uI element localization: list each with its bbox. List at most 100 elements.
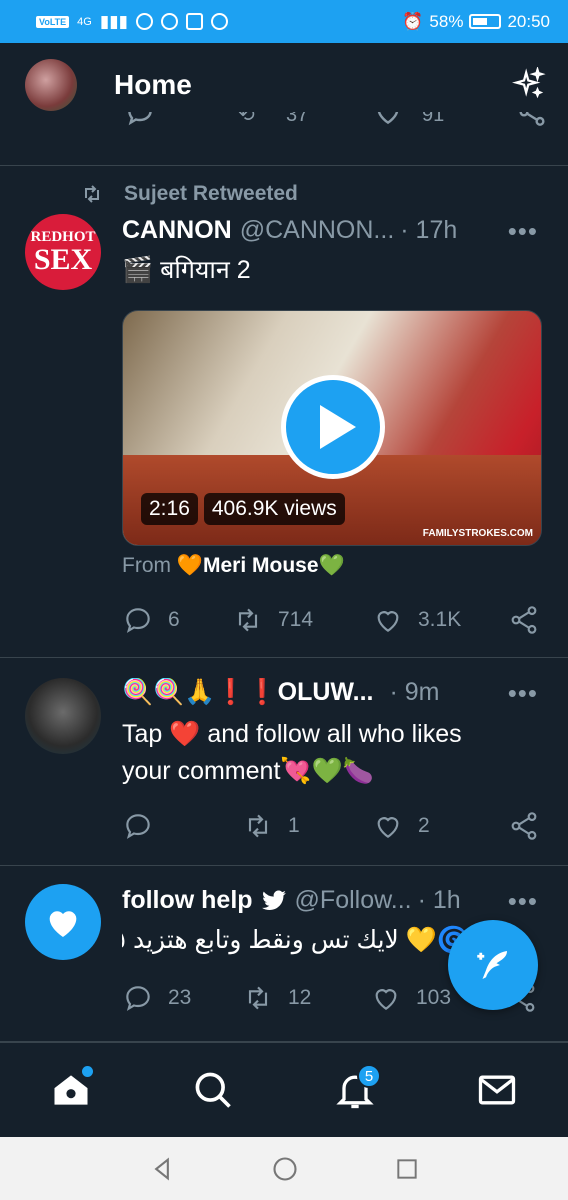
like-count: 91 — [422, 112, 445, 126]
retweet-icon — [248, 814, 268, 838]
tweet-card[interactable]: 🍭🍭🙏❗❗OLUW... · 9m ••• Tap ❤️ and follow … — [0, 658, 568, 866]
from-label: From — [122, 554, 171, 577]
profile-avatar[interactable] — [25, 59, 77, 111]
like-button[interactable]: 3.1K — [372, 604, 508, 636]
sparkle-icon[interactable] — [512, 67, 546, 101]
author-handle[interactable]: @Follow... — [295, 886, 412, 915]
previous-tweet-actions: ⟲ 37 91 — [0, 112, 568, 166]
tweet-actions: 6 714 3.1K — [122, 602, 546, 638]
avatar[interactable] — [25, 678, 101, 754]
share-icon[interactable] — [516, 112, 548, 128]
app-notification-icon — [210, 13, 228, 30]
video-views: 406.9K views — [203, 493, 345, 525]
notification-badge: 5 — [357, 1064, 381, 1088]
retweet-button[interactable]: 714 — [232, 604, 372, 636]
tweet-header: CANNON @CANNON... · 17h — [122, 216, 508, 245]
share-icon — [511, 812, 537, 840]
retweet-icon — [238, 608, 258, 632]
like-count: 103 — [416, 986, 452, 1009]
reply-button[interactable]: 23 — [122, 982, 242, 1014]
avatar-text: SEX — [33, 242, 93, 276]
recents-icon[interactable] — [394, 1156, 420, 1182]
retweet-count: 37 — [286, 112, 309, 126]
status-bar: VoLTE 4G ▮▮▮ ⏰ 58% 20:50 — [0, 0, 568, 43]
music-icon — [135, 13, 153, 30]
author-name[interactable]: 🍭🍭🙏❗❗OLUW... — [122, 678, 373, 707]
back-icon[interactable] — [148, 1155, 176, 1183]
new-content-dot — [82, 1066, 93, 1077]
mail-icon — [478, 1075, 516, 1105]
compose-feather-icon — [477, 951, 507, 979]
retweet-count: 1 — [288, 814, 300, 837]
source-name: 🧡Meri Mouse💚 — [176, 554, 345, 577]
reply-icon — [126, 608, 150, 633]
tweet-text: 🎬 बगियान 2 — [122, 256, 251, 284]
tweet-text: 🌀💛 لايك تس ونقط وتابع هتزيد ١٧٥ — [122, 926, 468, 954]
like-icon — [375, 989, 397, 1010]
author-name[interactable]: CANNON — [122, 216, 232, 245]
tweet-time: · 1h — [417, 886, 461, 914]
video-duration: 2:16 — [141, 493, 198, 525]
author-handle[interactable]: @CANNON... — [240, 216, 395, 245]
retweet-count: 714 — [278, 608, 314, 631]
reply-button[interactable] — [122, 810, 242, 842]
tweet-card[interactable]: Sujeet Retweeted REDHOT SEX CANNON @CANN… — [0, 166, 568, 658]
avatar[interactable] — [25, 884, 101, 960]
twitter-bird-icon — [261, 889, 286, 910]
battery-percent: 58% — [429, 11, 464, 31]
more-options-icon[interactable]: ••• — [508, 216, 538, 247]
tweet-actions: 1 2 — [122, 808, 546, 844]
nav-search[interactable] — [185, 1062, 241, 1118]
bottom-navigation: 5 — [0, 1042, 568, 1137]
more-options-icon[interactable]: ••• — [508, 678, 538, 709]
reply-icon[interactable] — [124, 112, 156, 128]
reply-button[interactable]: 6 — [122, 604, 232, 636]
play-icon[interactable] — [281, 375, 385, 479]
whatsapp-icon — [160, 13, 178, 30]
network-type: 4G — [77, 15, 92, 28]
like-icon — [377, 817, 399, 838]
page-title: Home — [114, 69, 192, 100]
tweet-time: · 17h — [400, 216, 458, 244]
nav-messages[interactable] — [469, 1062, 525, 1118]
signal-icon: ▮▮▮ — [99, 11, 128, 31]
reply-count: 6 — [168, 608, 180, 631]
video-source[interactable]: From 🧡Meri Mouse💚 — [122, 554, 345, 578]
tweet-text-line: Tap ❤️ and follow all who likes — [122, 720, 462, 748]
retweet-icon[interactable]: ⟲ — [238, 112, 255, 127]
video-info: 2:16 406.9K views — [141, 493, 345, 525]
like-count: 2 — [418, 814, 430, 837]
reply-count: 23 — [168, 986, 192, 1009]
tweet-header: 🍭🍭🙏❗❗OLUW... · 9m — [122, 678, 508, 707]
retweet-button[interactable]: 1 — [242, 810, 372, 842]
author-name[interactable]: follow help — [122, 886, 253, 915]
system-navigation-bar — [0, 1137, 568, 1200]
alarm-icon: ⏰ — [402, 11, 424, 31]
share-icon — [511, 606, 537, 634]
share-button[interactable] — [508, 810, 540, 842]
heart-icon — [49, 911, 77, 937]
retweet-context: Sujeet Retweeted — [80, 182, 298, 206]
like-icon[interactable] — [372, 112, 404, 128]
battery-icon — [469, 14, 502, 29]
nav-home[interactable] — [43, 1062, 99, 1118]
retweet-button[interactable]: 12 — [242, 982, 370, 1014]
compose-tweet-button[interactable] — [448, 920, 538, 1010]
like-icon — [377, 611, 399, 632]
retweet-icon — [248, 986, 268, 1010]
like-button[interactable]: 2 — [372, 810, 508, 842]
avatar[interactable]: REDHOT SEX — [25, 214, 101, 290]
video-thumbnail[interactable]: 2:16 406.9K views FAMILYSTROKES.COM — [122, 310, 542, 546]
reply-icon — [126, 814, 150, 839]
like-count: 3.1K — [418, 608, 462, 631]
nav-notifications[interactable]: 5 — [327, 1062, 383, 1118]
reply-icon — [126, 986, 150, 1011]
tweet-time: · 9m — [389, 678, 440, 706]
search-icon — [195, 1072, 231, 1108]
share-button[interactable] — [508, 604, 540, 636]
home-circle-icon[interactable] — [271, 1155, 299, 1183]
retweeted-by-label: Sujeet Retweeted — [124, 182, 298, 205]
retweet-count: 12 — [288, 986, 312, 1009]
video-watermark: FAMILYSTROKES.COM — [422, 528, 533, 539]
more-options-icon[interactable]: ••• — [508, 886, 538, 917]
